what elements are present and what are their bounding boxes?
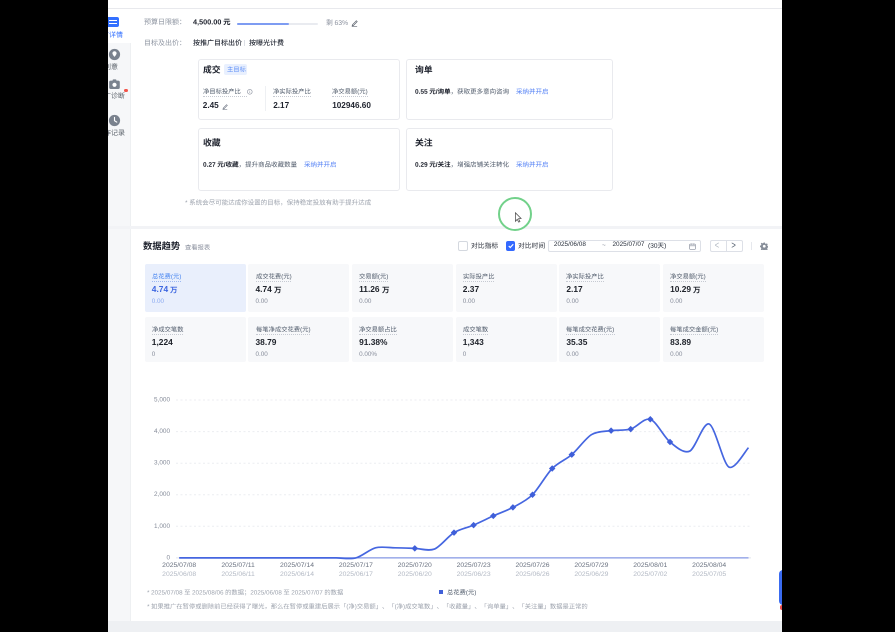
svg-text:2025/08/04: 2025/08/04 xyxy=(692,562,726,569)
svg-text:2025/07/08: 2025/07/08 xyxy=(162,562,196,569)
svg-text:2025/06/14: 2025/06/14 xyxy=(280,571,314,578)
svg-text:2025/07/29: 2025/07/29 xyxy=(574,562,608,569)
svg-text:2025/07/02: 2025/07/02 xyxy=(633,571,667,578)
svg-text:2025/07/26: 2025/07/26 xyxy=(515,562,549,569)
svg-text:2025/07/20: 2025/07/20 xyxy=(398,562,432,569)
svg-text:2025/06/17: 2025/06/17 xyxy=(339,571,373,578)
svg-text:2025/06/20: 2025/06/20 xyxy=(398,571,432,578)
svg-text:2,000: 2,000 xyxy=(154,491,170,498)
svg-text:2025/06/11: 2025/06/11 xyxy=(221,571,255,578)
svg-text:2025/06/23: 2025/06/23 xyxy=(457,571,491,578)
svg-text:2025/06/26: 2025/06/26 xyxy=(515,571,549,578)
svg-text:2025/06/08: 2025/06/08 xyxy=(162,571,196,578)
svg-text:0: 0 xyxy=(166,554,170,561)
svg-text:2025/07/23: 2025/07/23 xyxy=(457,562,491,569)
svg-text:3,000: 3,000 xyxy=(154,460,170,467)
svg-text:2025/06/29: 2025/06/29 xyxy=(574,571,608,578)
svg-text:2025/07/17: 2025/07/17 xyxy=(339,562,373,569)
svg-text:5,000: 5,000 xyxy=(154,397,170,404)
svg-text:1,000: 1,000 xyxy=(154,523,170,530)
svg-text:2025/07/05: 2025/07/05 xyxy=(692,571,726,578)
svg-text:4,000: 4,000 xyxy=(154,428,170,435)
svg-text:2025/07/14: 2025/07/14 xyxy=(280,562,314,569)
svg-text:2025/08/01: 2025/08/01 xyxy=(633,562,667,569)
svg-text:2025/07/11: 2025/07/11 xyxy=(221,562,255,569)
